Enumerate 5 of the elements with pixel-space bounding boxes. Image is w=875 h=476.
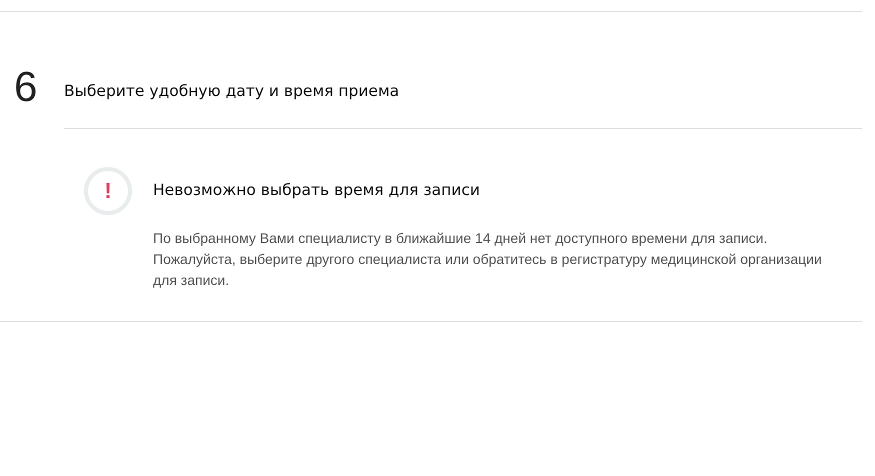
step-number: 6: [14, 69, 38, 105]
alert-icon: !: [84, 167, 132, 215]
alert-title: Невозможно выбрать время для записи: [153, 180, 481, 200]
alert-message: По выбранному Вами специалисту в ближайшие 14 дней нет доступного времени для записи. Пожалуйста, выберите другого специалиста или обратитесь в регистратуру медицинской организации для записи.: [153, 229, 823, 290]
step-title: Выберите удобную дату и время приема: [64, 81, 400, 101]
